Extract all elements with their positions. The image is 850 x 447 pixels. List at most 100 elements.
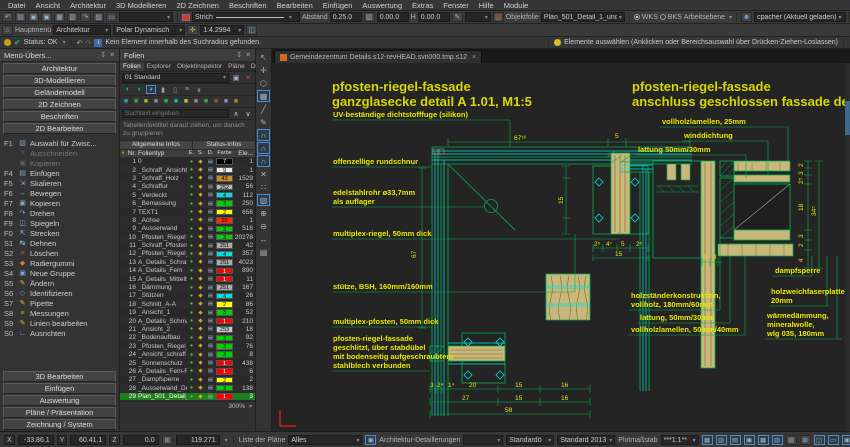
color-swatch[interactable]: 7 <box>216 158 233 165</box>
print-icon[interactable]: ▤ <box>205 326 216 332</box>
group-allgemein[interactable]: Allgemeine Infos <box>120 141 193 149</box>
print-icon[interactable]: ▤ <box>205 285 216 291</box>
close-tab-icon[interactable]: × <box>472 54 476 61</box>
visible-icon[interactable]: ● <box>187 209 196 215</box>
print-icon[interactable]: ▤ <box>205 201 216 207</box>
vertical-scrollbar[interactable] <box>845 63 850 431</box>
col-farbe[interactable]: Farbe <box>216 150 233 157</box>
rotate-icon[interactable]: ↷ <box>80 12 91 22</box>
search-down-icon[interactable]: ∨ <box>243 109 253 118</box>
statusbar-tool-icon[interactable]: ◫ <box>814 435 825 445</box>
menu-item[interactable]: 3D Modellieren <box>111 0 171 11</box>
print-icon[interactable]: ▤ <box>205 318 216 324</box>
folien-row[interactable]: 17 _Stützen ● ◆ ▤ 4 26 <box>120 292 255 300</box>
compass-icon[interactable]: ✛ <box>187 25 198 35</box>
sidebar-tool-item[interactable]: ✕ Ausschneiden <box>0 148 119 158</box>
visible-icon[interactable]: ● <box>187 268 196 274</box>
print-icon[interactable]: ▤ <box>205 385 216 391</box>
angle-value[interactable]: 119.271 <box>176 435 220 445</box>
pin-icon[interactable]: ↧ <box>100 51 106 59</box>
x-value[interactable]: -33.86.1 <box>18 435 54 445</box>
sidebar-tool-item[interactable]: S2 ✕ Löschen <box>0 248 119 258</box>
print-icon[interactable]: ▤ <box>205 175 216 181</box>
lock-state-icon[interactable]: ◆ <box>196 343 205 349</box>
folien-row[interactable]: 9 _Ausserwand ● ◆ ▤ 3 516 <box>120 225 255 233</box>
bks-radio[interactable] <box>660 14 666 20</box>
close-icon[interactable]: ✕ <box>109 51 115 59</box>
visible-icon[interactable]: ● <box>187 377 196 383</box>
palette-zoom-value[interactable]: 300% <box>228 403 245 410</box>
tab-explorer[interactable]: Explorer <box>144 62 174 71</box>
folien-row[interactable]: 3 _Schraff_Holz ● ◆ ▤ 43 1529 <box>120 175 255 183</box>
print-icon[interactable]: ▤ <box>205 251 216 257</box>
color-swatch[interactable]: 3 <box>216 200 233 207</box>
palette-zoom-arrow[interactable]: ▾ <box>249 403 252 410</box>
folien-tool-icon[interactable]: ≡ <box>182 85 192 94</box>
sidebar-tool-item[interactable]: F5 ⇲ Skalieren <box>0 178 119 188</box>
lock-state-icon[interactable]: ◆ <box>196 385 205 391</box>
print-icon[interactable]: ▦ <box>54 12 65 22</box>
group-status[interactable]: Status-Infos <box>193 141 255 149</box>
visible-icon[interactable]: ● <box>187 335 196 341</box>
sidebar-section-button[interactable]: Zeichnung / System <box>3 419 116 430</box>
zoom-in-icon[interactable]: ⊕ <box>257 207 270 219</box>
menu-item[interactable]: Bearbeiten <box>272 0 318 11</box>
folien-tool-icon[interactable]: ■ <box>232 97 240 106</box>
sidebar-section-button[interactable]: Einfügen <box>3 383 116 394</box>
color-swatch[interactable]: 3 <box>216 343 233 350</box>
lock-state-icon[interactable]: ◆ <box>196 251 205 257</box>
color-swatch[interactable]: 9 <box>216 167 233 174</box>
folien-tool-icon[interactable]: ▯ <box>170 85 180 94</box>
select-arrow-icon[interactable]: ↖ <box>257 51 270 63</box>
print-icon[interactable]: ▤ <box>205 217 216 223</box>
line-tool-icon[interactable]: ╱ <box>257 103 270 115</box>
folien-tool-icon[interactable]: ◗ <box>134 85 144 94</box>
info-icon[interactable]: i <box>94 39 102 47</box>
sidebar-tool-item[interactable]: S6 ◇ Identifizieren <box>0 288 119 298</box>
color-swatch[interactable]: 4 <box>216 192 233 199</box>
sidebar-tool-item[interactable]: F1 ▧ Auswahl für Zwisc... <box>0 138 119 148</box>
folien-row[interactable]: 10 _Pfosten_Riegel ● ◆ ▤ 3 20278 <box>120 234 255 242</box>
layers-tool-icon[interactable]: ▤ <box>257 246 270 258</box>
print-icon[interactable]: ▤ <box>205 226 216 232</box>
col-nr[interactable]: Nr. <box>126 150 138 157</box>
menu-item[interactable]: Hilfe <box>474 0 499 11</box>
plot-scale-dropdown[interactable]: ***1:1**▾ <box>661 435 699 445</box>
print-icon[interactable]: ▤ <box>205 377 216 383</box>
sidebar-section-button[interactable]: Auswertung <box>3 395 116 406</box>
detail-icon[interactable]: ▣ <box>365 435 376 445</box>
y-value[interactable]: 60.41.1 <box>70 435 106 445</box>
print-icon[interactable]: ▤ <box>205 301 216 307</box>
color-swatch[interactable]: 3 <box>216 226 233 233</box>
folien-tool-icon[interactable]: ■ <box>202 97 210 106</box>
mode-dropdown[interactable]: Architektur▾ <box>53 25 111 35</box>
sidebar-tool-item[interactable]: S4 ▣ Neue Gruppe <box>0 268 119 278</box>
undo-icon[interactable]: ↶ <box>2 12 13 22</box>
folien-tool-icon[interactable]: ■ <box>212 97 220 106</box>
sidebar-tool-item[interactable]: S8 ≡ Messungen <box>0 308 119 318</box>
folien-tool-icon[interactable]: ■ <box>122 97 130 106</box>
lock-state-icon[interactable]: ◆ <box>196 209 205 215</box>
color-swatch[interactable]: 3 <box>216 234 233 241</box>
arbeitsebene-dropdown-arrow[interactable]: ▾ <box>729 14 732 21</box>
color-swatch[interactable]: 2 <box>216 301 233 308</box>
grid-tool-icon[interactable]: ▦ <box>257 90 270 102</box>
sidebar-category-button[interactable]: Geländemodell <box>3 87 116 98</box>
sidebar-tool-item[interactable]: S0 ∟ Ausrichten <box>0 328 119 338</box>
print-icon[interactable]: ▤ <box>205 259 216 265</box>
visible-icon[interactable]: ● <box>187 184 196 190</box>
sidebar-tool-item[interactable]: F4 ▤ Einfügen <box>0 168 119 178</box>
visible-icon[interactable]: ● <box>187 167 196 173</box>
height-field[interactable]: 0.00.0 <box>418 12 450 22</box>
snap-dropdown[interactable]: Polar Dynamisch▾ <box>113 25 185 35</box>
pen-tool-icon[interactable]: ✎ <box>257 116 270 128</box>
visible-icon[interactable]: ● <box>187 243 196 249</box>
col-elemente[interactable]: Ele... <box>233 150 255 157</box>
folien-row[interactable]: 20 A_Details_Schmal ● ◆ ▤ 1 210 <box>120 317 255 325</box>
visible-icon[interactable]: ● <box>187 326 196 332</box>
lock-state-icon[interactable]: ◆ <box>196 377 205 383</box>
sidebar-category-button[interactable]: Architektur <box>3 63 116 74</box>
statusbar-tool-icon[interactable]: ▩ <box>758 435 769 445</box>
visible-icon[interactable]: ● <box>187 385 196 391</box>
print-icon[interactable]: ▤ <box>205 368 216 374</box>
